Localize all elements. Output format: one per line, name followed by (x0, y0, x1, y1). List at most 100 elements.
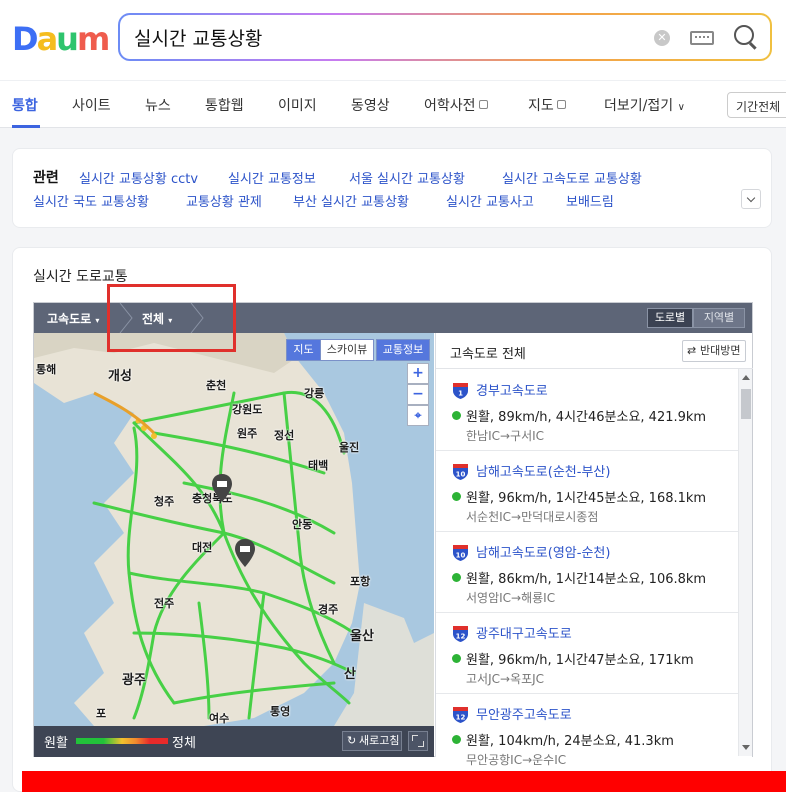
highway-shield-icon: 12 (453, 626, 468, 642)
search-box[interactable]: 실시간 교통상황 ✕ (118, 13, 772, 61)
status-dot (452, 492, 461, 501)
reverse-direction-button[interactable]: 반대방면 (682, 340, 746, 362)
related-link[interactable]: 실시간 고속도로 교통상황 (502, 168, 642, 187)
expand-related-button[interactable] (741, 189, 761, 209)
status-dot (452, 573, 461, 582)
tab-dictionary-label: 어학사전 (424, 98, 476, 114)
checkbox-icon[interactable] (556, 100, 566, 109)
fullscreen-icon[interactable] (408, 731, 428, 751)
tab-web[interactable]: 통합웹 (205, 95, 244, 115)
highway-label: 고속도로 (47, 312, 92, 326)
route-section: 무안공항IC→운수IC (466, 753, 567, 767)
zoom-out-button[interactable]: − (407, 384, 429, 405)
traffic-info-button[interactable]: 교통정보 (376, 339, 430, 361)
list-scrollbar[interactable] (738, 369, 752, 756)
clear-icon[interactable]: ✕ (654, 30, 670, 46)
svg-text:10: 10 (456, 552, 466, 560)
map-label: 태백 (308, 459, 329, 472)
svg-text:12: 12 (456, 633, 466, 641)
svg-text:1: 1 (458, 390, 463, 398)
search-tabs: 통합 사이트 뉴스 통합웹 이미지 동영상 어학사전 지도 더보기/접기 ∨ 기… (0, 80, 786, 128)
related-link[interactable]: 부산 실시간 교통상황 (293, 191, 409, 210)
caret-down-icon: ▾ (95, 316, 100, 325)
map-view-button[interactable]: 지도 (286, 339, 321, 361)
map-label: 강릉 (304, 387, 325, 400)
route-status: 원활, 96km/h, 1시간47분소요, 171km (466, 653, 694, 668)
traffic-legend: 원활 정체 새로고침 (34, 726, 434, 757)
traffic-widget: 고속도로 ▾ 전체 ▾ 도로별 지역별 지도 스카이뷰 교통정보 + − ⌖ 통… (33, 302, 753, 775)
map-label: 청주 (154, 495, 175, 508)
related-link[interactable]: 서울 실시간 교통상황 (349, 168, 465, 187)
map-label: 개성 (108, 369, 132, 384)
annotation-red-bar (22, 771, 786, 792)
tab-active-indicator (12, 125, 40, 128)
search-input[interactable]: 실시간 교통상황 (134, 24, 262, 51)
related-link[interactable]: 교통상황 관제 (186, 191, 262, 210)
map-label: 통해 (36, 363, 57, 376)
tab-news[interactable]: 뉴스 (145, 95, 171, 115)
highway-shield-icon: 10 (453, 464, 468, 480)
tab-image[interactable]: 이미지 (278, 95, 317, 115)
cctv-pin-icon[interactable] (233, 538, 257, 568)
tab-site[interactable]: 사이트 (72, 95, 111, 115)
svg-text:10: 10 (456, 471, 466, 479)
tab-map[interactable]: 지도 (528, 95, 566, 115)
map-label: 대전 (192, 541, 213, 554)
related-link[interactable]: 보배드림 (566, 191, 614, 210)
tab-map-label: 지도 (528, 98, 554, 114)
tab-video[interactable]: 동영상 (351, 95, 390, 115)
map-label: 포 (96, 707, 107, 720)
status-dot (452, 735, 461, 744)
route-status: 원활, 104km/h, 24분소요, 41.3km (466, 734, 674, 749)
route-name[interactable]: 경부고속도로 (476, 380, 548, 399)
related-link[interactable]: 실시간 국도 교통상황 (33, 191, 149, 210)
cctv-pin-icon[interactable] (210, 473, 234, 503)
tab-more[interactable]: 더보기/접기 ∨ (604, 95, 685, 115)
route-name[interactable]: 광주대구고속도로 (476, 623, 572, 642)
route-item[interactable]: 12 광주대구고속도로 원활, 96km/h, 1시간47분소요, 171km 고서J… (436, 613, 738, 694)
route-name[interactable]: 남해고속도로(순천-부산) (476, 461, 610, 480)
checkbox-icon[interactable] (478, 100, 488, 109)
map-label: 춘천 (206, 379, 227, 392)
list-header: 고속도로 전체 반대방면 (436, 333, 753, 369)
map-label: 원주 (237, 427, 258, 440)
route-item[interactable]: 12 무안광주고속도로 원활, 104km/h, 24분소요, 41.3km 무안공항… (436, 694, 738, 775)
related-link[interactable]: 실시간 교통정보 (228, 168, 316, 187)
by-region-toggle[interactable]: 지역별 (693, 308, 745, 328)
highway-dropdown[interactable]: 고속도로 ▾ (47, 310, 99, 327)
keyboard-icon[interactable] (690, 31, 714, 45)
route-name[interactable]: 남해고속도로(영암-순천) (476, 542, 610, 561)
map-label: 강원도 (232, 403, 263, 416)
map-label: 포항 (350, 575, 371, 588)
route-item[interactable]: 1 경부고속도로 원활, 89km/h, 4시간46분소요, 421.9km 한남IC… (436, 370, 738, 451)
map-label: 정선 (274, 429, 295, 442)
route-section: 서순천IC→만덕대로시종점 (466, 510, 599, 524)
search-icon[interactable] (734, 25, 754, 45)
list-title: 고속도로 전체 (450, 347, 526, 362)
related-link[interactable]: 실시간 교통사고 (446, 191, 534, 210)
related-label: 관련 (33, 170, 59, 186)
annotation-highlight-box (107, 284, 236, 352)
by-road-toggle[interactable]: 도로별 (647, 308, 693, 328)
refresh-button[interactable]: 새로고침 (342, 731, 402, 751)
related-link[interactable]: 실시간 교통상황 cctv (79, 168, 198, 187)
zoom-in-button[interactable]: + (407, 363, 429, 384)
period-dropdown[interactable]: 기간전체 (727, 92, 786, 118)
scroll-up-icon[interactable] (742, 375, 750, 380)
tab-dictionary[interactable]: 어학사전 (424, 95, 488, 115)
map-label: 전주 (154, 597, 175, 610)
tab-integrated[interactable]: 통합 (12, 95, 38, 115)
map-label: 울진 (339, 441, 360, 454)
map-label: 산 (344, 667, 356, 682)
traffic-map[interactable]: 지도 스카이뷰 교통정보 + − ⌖ 통해 개성 춘천 강릉 강원도 원주 정선… (34, 333, 434, 726)
route-item[interactable]: 10 남해고속도로(순천-부산) 원활, 96km/h, 1시간45분소요, 168… (436, 451, 738, 532)
route-name[interactable]: 무안광주고속도로 (476, 704, 572, 723)
route-item[interactable]: 10 남해고속도로(영암-순천) 원활, 86km/h, 1시간14분소요, 106… (436, 532, 738, 613)
locate-button[interactable]: ⌖ (407, 405, 429, 426)
highway-list: 고속도로 전체 반대방면 1 경부고속도로원활, 89km/h, 4시간46분소요… (435, 333, 753, 775)
crosshair-icon: ⌖ (414, 408, 422, 422)
daum-logo[interactable]: Daum (12, 20, 110, 58)
scroll-thumb[interactable] (741, 389, 751, 419)
skyview-button[interactable]: 스카이뷰 (320, 339, 374, 361)
scroll-down-icon[interactable] (742, 745, 750, 750)
